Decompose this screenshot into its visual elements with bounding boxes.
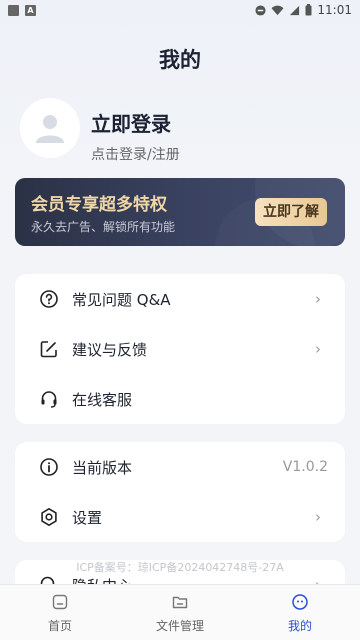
avatar[interactable] (20, 98, 80, 158)
vip-subtitle: 永久去广告、解锁所有功能 (31, 220, 176, 234)
image-notification-icon (8, 4, 19, 16)
nav-label: 我的 (287, 619, 312, 633)
vip-banner[interactable]: 会员专享超多特权 永久去广告、解锁所有功能 立即了解 (15, 178, 345, 246)
menu-item-settings[interactable]: 设置 › (15, 492, 345, 542)
profile-icon (255, 593, 345, 611)
headset-icon (39, 389, 59, 409)
menu-card-app: 当前版本 V1.0.2 设置 › (15, 442, 345, 542)
nav-label: 首页 (47, 619, 72, 633)
wifi-icon (271, 5, 284, 15)
page-title: 我的 (159, 48, 201, 72)
nav-item-profile[interactable]: 我的 (255, 593, 345, 634)
gear-icon (39, 507, 59, 527)
dnd-icon (255, 4, 266, 16)
status-time: 11:01 (317, 3, 352, 17)
menu-card-help: 常见问题 Q&A › 建议与反馈 › 在线客服 (15, 274, 345, 424)
menu-item-label: 常见问题 Q&A (72, 290, 171, 309)
nav-item-files[interactable]: 文件管理 (135, 593, 225, 634)
home-icon (15, 593, 105, 611)
menu-item-label: 当前版本 (72, 458, 133, 477)
battery-icon (305, 4, 312, 16)
chevron-right-icon: › (315, 340, 321, 358)
nav-item-home[interactable]: 首页 (15, 593, 105, 634)
vip-learn-more-button[interactable]: 立即了解 (255, 198, 327, 226)
menu-item-version[interactable]: 当前版本 V1.0.2 (15, 442, 345, 492)
question-circle-icon (39, 289, 59, 309)
vip-title: 会员专享超多特权 (31, 195, 167, 215)
menu-item-customer-service[interactable]: 在线客服 (15, 374, 345, 424)
nav-label: 文件管理 (155, 619, 204, 633)
edit-icon (39, 339, 59, 359)
app-notification-icon: A (25, 4, 36, 16)
user-avatar-icon (36, 115, 64, 143)
bottom-nav: 首页 文件管理 我的 (0, 584, 360, 640)
menu-item-label: 在线客服 (72, 390, 133, 409)
info-icon (39, 457, 59, 477)
menu-item-faq[interactable]: 常见问题 Q&A › (15, 274, 345, 324)
login-title[interactable]: 立即登录 (91, 108, 171, 137)
menu-item-label: 建议与反馈 (72, 340, 148, 359)
login-subtitle[interactable]: 点击登录/注册 (91, 144, 180, 164)
folder-icon (135, 593, 225, 611)
menu-item-feedback[interactable]: 建议与反馈 › (15, 324, 345, 374)
chevron-right-icon: › (315, 290, 321, 308)
icp-record: ICP备案号：琼ICP备2024042748号-27A (76, 561, 284, 574)
menu-item-label: 设置 (72, 508, 103, 527)
signal-icon (290, 5, 300, 15)
version-value: V1.0.2 (282, 459, 328, 475)
status-bar: A 11:01 (0, 0, 360, 20)
chevron-right-icon: › (315, 508, 321, 526)
